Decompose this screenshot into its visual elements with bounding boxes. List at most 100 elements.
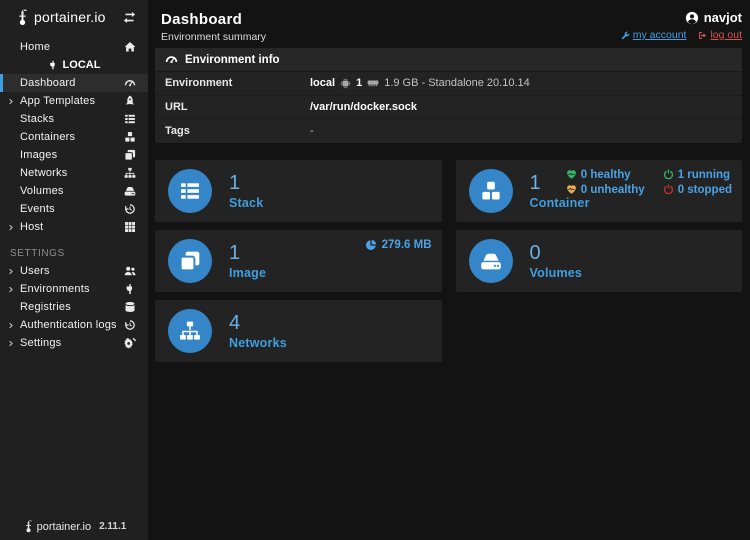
sidebar-footer: portainer.io 2.11.1 (0, 520, 148, 533)
app-version: 2.11.1 (99, 521, 126, 532)
cubes-icon (124, 131, 136, 143)
gauge-icon (165, 53, 178, 66)
sidebar-item-events[interactable]: Events (0, 200, 148, 218)
stacks-count: 1 (229, 172, 263, 194)
sidebar-item-volumes[interactable]: Volumes (0, 182, 148, 200)
rocket-icon (124, 95, 136, 107)
sidebar-item-registries[interactable]: Registries (0, 298, 148, 316)
networks-count: 4 (229, 312, 287, 334)
containers-label: Container (530, 196, 590, 210)
footer-brand[interactable]: portainer.io (22, 520, 91, 533)
clone-icon (124, 149, 136, 161)
dashboard-tiles: 1 Stack 1 Container 0 healthy (155, 160, 742, 362)
sidebar-item-users[interactable]: Users (0, 262, 148, 280)
home-icon (124, 41, 136, 53)
database-icon (124, 301, 136, 313)
sidebar-item-containers[interactable]: Containers (0, 128, 148, 146)
heart-icon (566, 184, 577, 195)
images-size: 279.6 MB (365, 239, 432, 251)
row-label: URL (165, 101, 310, 113)
sidebar-item-label: Home (20, 41, 124, 53)
log-out-link[interactable]: log out (698, 29, 742, 41)
images-tile[interactable]: 1 Image 279.6 MB (155, 230, 442, 292)
chevron-right-icon (8, 224, 20, 231)
sidebar-section-settings: SETTINGS (0, 246, 148, 260)
clone-icon (168, 239, 212, 283)
page-title: Dashboard (161, 11, 266, 28)
wrench-icon (621, 31, 630, 40)
url-value: /var/run/docker.sock (310, 101, 417, 113)
volumes-label: Volumes (530, 266, 583, 280)
sidebar-item-home[interactable]: Home (0, 38, 148, 56)
user-menu[interactable]: navjot (621, 10, 742, 25)
main-content: Dashboard Environment summary navjot my … (148, 0, 750, 540)
portainer-logo (22, 520, 35, 533)
brand-name: portainer.io (34, 9, 106, 25)
environment-info-header: Environment info (155, 48, 742, 72)
networks-label: Networks (229, 336, 287, 350)
sidebar-header: portainer.io (0, 0, 148, 34)
user-name: navjot (704, 10, 742, 25)
images-label: Image (229, 266, 266, 280)
page-header: Dashboard Environment summary navjot my … (155, 8, 742, 48)
my-account-link[interactable]: my account (621, 29, 687, 41)
power-icon (663, 184, 674, 195)
exchange-icon[interactable] (123, 11, 136, 24)
sidebar-item-images[interactable]: Images (0, 146, 148, 164)
chevron-right-icon (8, 268, 20, 275)
chevron-right-icon (8, 340, 20, 347)
cogs-icon (124, 337, 136, 349)
portainer-logo (14, 9, 31, 26)
sidebar-item-host[interactable]: Host (0, 218, 148, 236)
volumes-count: 0 (530, 242, 583, 264)
stacks-tile[interactable]: 1 Stack (155, 160, 442, 222)
sidebar-item-stacks[interactable]: Stacks (0, 110, 148, 128)
hdd-icon (469, 239, 513, 283)
healthy-stat: 0 healthy (566, 169, 645, 181)
chevron-right-icon (8, 98, 20, 105)
containers-tile[interactable]: 1 Container 0 healthy 1 running (456, 160, 743, 222)
sidebar-endpoint-local[interactable]: LOCAL (0, 57, 148, 73)
chevron-right-icon (8, 286, 20, 293)
sidebar-item-settings[interactable]: Settings (0, 334, 148, 352)
portainer-brand[interactable]: portainer.io (14, 9, 123, 26)
environment-info-panel: Environment info Environment local 1 1.9… (155, 48, 742, 143)
sidebar-item-dashboard[interactable]: Dashboard (0, 74, 148, 92)
row-label: Environment (165, 77, 310, 89)
memory-icon (367, 77, 379, 89)
environment-row: Environment local 1 1.9 GB - Standalone … (155, 72, 742, 96)
running-stat: 1 running (663, 169, 732, 181)
pie-chart-icon (365, 239, 377, 251)
list-icon (124, 113, 136, 125)
grid-icon (124, 221, 136, 233)
sitemap-icon (168, 309, 212, 353)
sidebar-item-app-templates[interactable]: App Templates (0, 92, 148, 110)
power-icon (663, 169, 674, 180)
microchip-icon (340, 78, 351, 89)
stopped-stat: 0 stopped (663, 184, 732, 196)
sidebar-item-networks[interactable]: Networks (0, 164, 148, 182)
sidebar-item-authentication-logs[interactable]: Authentication logs (0, 316, 148, 334)
users-icon (124, 265, 136, 277)
endpoint-name: LOCAL (63, 59, 101, 71)
unhealthy-stat: 0 unhealthy (566, 184, 645, 196)
tags-row: Tags - (155, 119, 742, 143)
row-label: Tags (165, 125, 310, 137)
url-row: URL /var/run/docker.sock (155, 96, 742, 120)
networks-tile[interactable]: 4 Networks (155, 300, 442, 362)
stacks-label: Stack (229, 196, 263, 210)
cubes-icon (469, 169, 513, 213)
volumes-tile[interactable]: 0 Volumes (456, 230, 743, 292)
images-count: 1 (229, 242, 266, 264)
panel-title: Environment info (185, 54, 280, 66)
hdd-icon (124, 185, 136, 197)
chevron-right-icon (8, 322, 20, 329)
sidebar-item-environments[interactable]: Environments (0, 280, 148, 298)
sitemap-icon (124, 167, 136, 179)
plug-icon (48, 60, 58, 70)
environment-name: local (310, 77, 335, 89)
history-icon (124, 203, 136, 215)
page-subtitle: Environment summary (161, 31, 266, 43)
sign-out-icon (698, 31, 707, 40)
history-icon (124, 319, 136, 331)
